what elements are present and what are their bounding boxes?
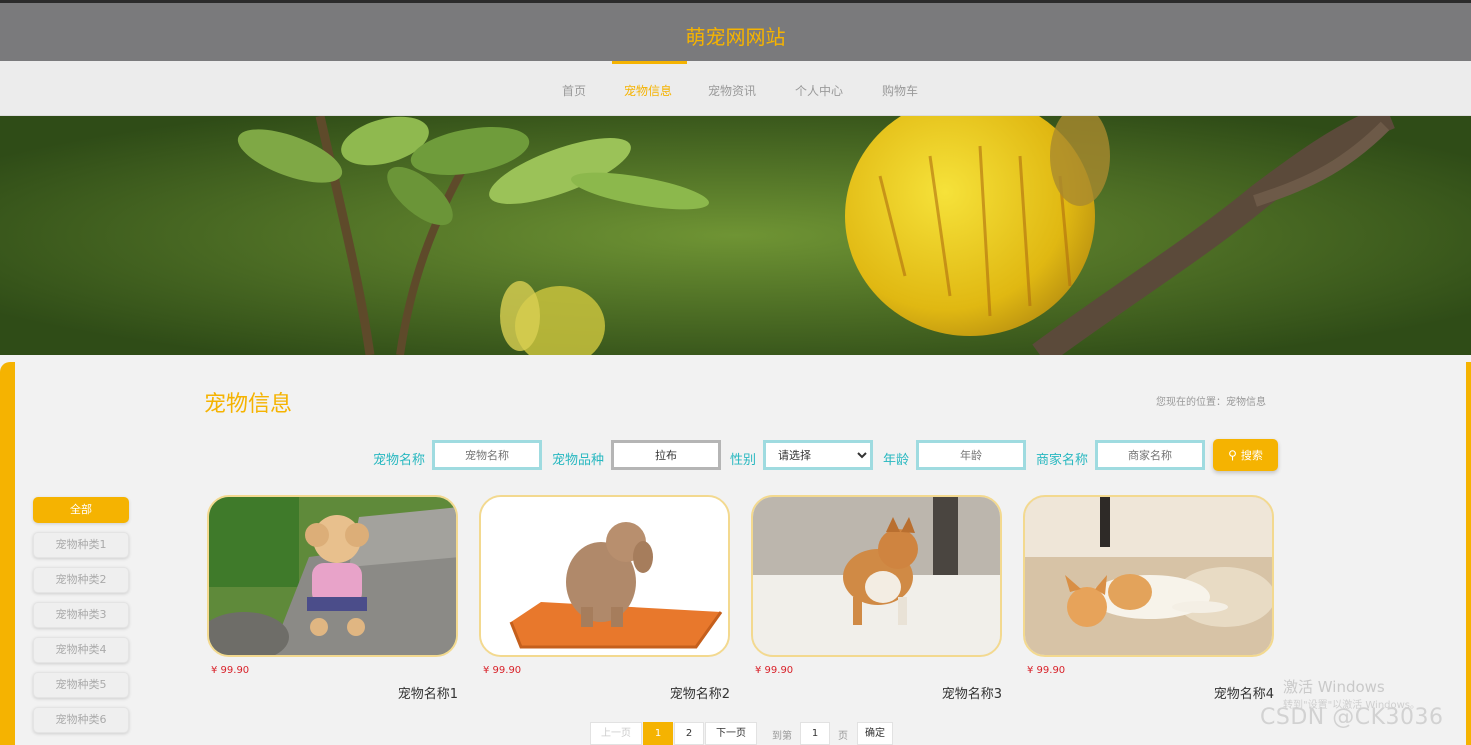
product-image-3[interactable] — [751, 495, 1002, 657]
pet-name-label: 宠物名称 — [373, 453, 426, 468]
pagination-confirm-button[interactable]: 确定 — [857, 722, 893, 745]
pagination-goto-input[interactable]: 1 — [800, 722, 830, 745]
category-item[interactable]: 宠物种类1 — [33, 532, 129, 558]
category-item[interactable]: 宠物种类4 — [33, 637, 129, 663]
banner-image — [0, 116, 1471, 355]
pet-breed-input[interactable] — [611, 440, 721, 470]
product-price-2: ¥ 99.90 — [483, 665, 522, 676]
category-item[interactable]: 宠物种类2 — [33, 567, 129, 593]
age-label: 年龄 — [883, 453, 910, 468]
pagination-page-unit: 页 — [838, 731, 848, 742]
nav-item-profile[interactable]: 个人中心 — [795, 82, 843, 99]
gender-select[interactable]: 请选择 — [763, 440, 873, 470]
page-title: 宠物信息 — [204, 392, 293, 417]
nav-item-pet-news[interactable]: 宠物资讯 — [708, 82, 756, 99]
merchant-name-input[interactable] — [1095, 440, 1205, 470]
windows-activation-title: 激活 Windows — [1283, 678, 1385, 696]
nav-item-cart[interactable]: 购物车 — [882, 82, 918, 99]
product-name-1[interactable]: 宠物名称1 — [207, 683, 458, 702]
breadcrumb-prefix: 您现在的位置： — [1156, 397, 1226, 408]
category-item[interactable]: 宠物种类6 — [33, 707, 129, 733]
product-image-2[interactable] — [479, 495, 730, 657]
product-price-1: ¥ 99.90 — [211, 665, 250, 676]
main-nav: 首页 宠物信息 宠物资讯 个人中心 购物车 — [0, 61, 1471, 116]
nav-item-pet-info[interactable]: 宠物信息 — [624, 82, 672, 99]
product-name-4[interactable]: 宠物名称4 — [1023, 683, 1274, 702]
pagination-next[interactable]: 下一页 — [705, 722, 757, 745]
search-button-label: 搜索 — [1240, 450, 1263, 462]
breadcrumb-current[interactable]: 宠物信息 — [1226, 397, 1266, 408]
search-icon: ⚲ — [1228, 448, 1237, 462]
category-all[interactable]: 全部 — [33, 497, 129, 523]
age-input[interactable] — [916, 440, 1026, 470]
search-button[interactable]: ⚲ 搜索 — [1213, 439, 1278, 471]
pet-breed-label: 宠物品种 — [552, 453, 605, 468]
site-title: 萌宠网网站 — [685, 25, 786, 49]
pagination-goto-label: 到第 — [772, 731, 792, 742]
gender-label: 性别 — [730, 453, 757, 468]
product-image-1[interactable] — [207, 495, 458, 657]
pagination-page-1[interactable]: 1 — [643, 722, 673, 745]
merchant-name-label: 商家名称 — [1036, 453, 1089, 468]
breadcrumb: 您现在的位置：宠物信息 — [1156, 393, 1266, 408]
product-price-3: ¥ 99.90 — [755, 665, 794, 676]
pagination-page-2[interactable]: 2 — [674, 722, 704, 745]
site-header: 萌宠网网站 — [0, 0, 1471, 61]
csdn-watermark: CSDN @CK3036 — [1260, 705, 1444, 730]
pet-name-input[interactable] — [432, 440, 542, 470]
category-item[interactable]: 宠物种类5 — [33, 672, 129, 698]
nav-item-home[interactable]: 首页 — [562, 82, 586, 99]
product-name-2[interactable]: 宠物名称2 — [479, 683, 730, 702]
right-accent-bar — [1466, 362, 1471, 745]
product-price-4: ¥ 99.90 — [1027, 665, 1066, 676]
product-image-4[interactable] — [1023, 495, 1274, 657]
left-accent-bar — [0, 362, 15, 745]
banner-carousel[interactable] — [0, 116, 1471, 355]
product-name-3[interactable]: 宠物名称3 — [751, 683, 1002, 702]
nav-active-indicator — [612, 61, 687, 64]
pagination-prev[interactable]: 上一页 — [590, 722, 642, 745]
category-item[interactable]: 宠物种类3 — [33, 602, 129, 628]
